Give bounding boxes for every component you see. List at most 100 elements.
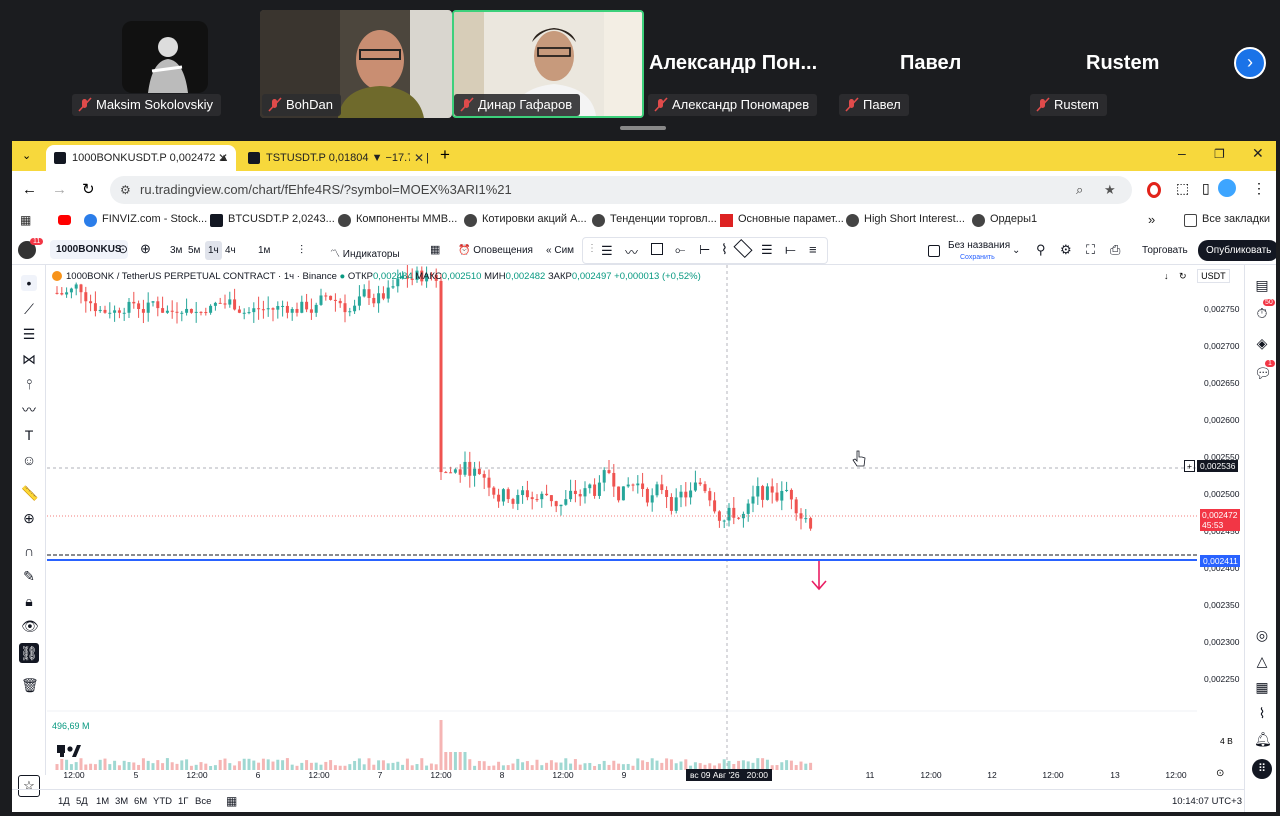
close-tab-icon[interactable]: ✕ [218, 145, 228, 171]
arrow-down-marker[interactable] [811, 561, 827, 591]
fib-icon[interactable]: ☰ [601, 243, 613, 259]
calendar-icon[interactable]: ▦ [1254, 679, 1270, 695]
bookmark-item[interactable]: Ордеры1 [972, 213, 1037, 227]
chat-icon[interactable]: 💬︎ [1254, 365, 1272, 381]
pattern-icon[interactable]: ⋈ [21, 351, 37, 367]
profile-icon[interactable] [1218, 179, 1236, 197]
apps-grid-icon[interactable]: ⠿ [1252, 759, 1272, 779]
time-settings-icon[interactable]: ⊙ [1216, 768, 1224, 779]
new-tab-button[interactable]: + [440, 145, 450, 165]
close-window-button[interactable]: ✕ [1252, 145, 1264, 162]
range-button[interactable]: YTD [153, 796, 172, 807]
settings-lines-icon[interactable]: ≡ [809, 242, 817, 257]
extensions-icon[interactable]: ⬚ [1176, 180, 1189, 197]
symbol-search[interactable]: 1000BONKUS [50, 240, 128, 259]
lock-icon[interactable]: 🔒︎ [21, 593, 37, 609]
tab-list-icon[interactable]: ⌄ [22, 149, 31, 162]
rectangle-icon[interactable] [651, 243, 663, 255]
range-button[interactable]: 1Г [178, 796, 188, 807]
fullscreen-icon[interactable]: ⛶ [1086, 242, 1095, 258]
hline-icon[interactable]: ⟝ [785, 242, 796, 258]
clock[interactable]: 10:14:07 UTC+3 [1172, 796, 1242, 807]
trash-icon[interactable]: 🗑︎ [21, 677, 39, 693]
strip-handle[interactable] [620, 126, 666, 130]
cursor-icon[interactable]: • [21, 275, 37, 291]
calendar-icon[interactable]: ▦ [226, 794, 237, 808]
notifications-icon[interactable]: 🔔︎ [1254, 731, 1272, 747]
tab-1000bonk[interactable]: 1000BONKUSDT.P 0,002472 ▲ ✕ [46, 145, 236, 171]
bookmark-item[interactable]: Котировки акций А... [464, 213, 587, 227]
compare-icon[interactable]: ⊕ [140, 241, 151, 257]
fib-retracement-icon[interactable]: ☰ [21, 326, 37, 342]
bookmark-item[interactable]: Компоненты MMB... [338, 213, 457, 227]
magnet-icon[interactable]: ∩ [21, 543, 37, 559]
bookmark-star-icon[interactable]: ★ [1104, 176, 1116, 204]
interval-button[interactable]: 1ч [205, 241, 222, 260]
maximize-button[interactable]: ❐ [1214, 147, 1225, 161]
zoom-in-icon[interactable]: ⊕ [21, 510, 37, 526]
trade-button[interactable]: Торговать [1142, 245, 1188, 256]
settings-icon[interactable]: ⚙ [1060, 242, 1072, 258]
watch-icon[interactable]: ⊙ [118, 242, 128, 256]
stream-icon[interactable]: ⌇ [1254, 705, 1270, 721]
eye-icon[interactable]: 👁︎ [21, 618, 39, 634]
bookmark-item[interactable]: Основные парамет... [720, 213, 844, 227]
replay-button[interactable]: « Сим [546, 245, 574, 256]
close-tab-icon[interactable]: ✕ [409, 145, 424, 171]
alerts-clock-icon[interactable]: ⏱ [1254, 305, 1270, 321]
pattern-icon[interactable]: 〰 [625, 242, 638, 261]
range-button[interactable]: 1М [96, 796, 109, 807]
bookmark-item[interactable]: FINVIZ.com - Stock... [84, 213, 207, 227]
chart-type-icon[interactable]: ⫶ [300, 243, 303, 258]
indicators-button[interactable]: 〽 Индикаторы [330, 245, 400, 260]
layout-name[interactable]: Без названия Сохранить [948, 240, 1010, 263]
more-bookmarks-icon[interactable]: » [1148, 212, 1155, 227]
interval-button[interactable]: 5м [188, 245, 200, 256]
trendline-icon[interactable]: ⟋ [21, 301, 37, 317]
quick-search-icon[interactable]: ⚲ [1036, 242, 1046, 258]
range-button[interactable]: 1Д [58, 796, 70, 807]
range-button[interactable]: 3М [115, 796, 128, 807]
line-icon[interactable]: ⟜ [675, 242, 685, 258]
back-icon[interactable]: ← [22, 181, 37, 198]
watchlist-icon[interactable]: ▤ [1254, 277, 1270, 293]
currency-select[interactable]: USDT [1197, 269, 1230, 283]
chevron-down-icon[interactable]: ⌄ [1012, 245, 1020, 256]
bookmark-item[interactable]: High Short Interest... [846, 213, 965, 227]
alerts-button[interactable]: ⏰ Оповещения [458, 245, 533, 256]
ruler-icon[interactable]: 📏 [21, 485, 38, 501]
ellipse-icon[interactable] [733, 238, 753, 259]
interval-button[interactable]: 1м [258, 245, 270, 256]
youtube-icon[interactable] [58, 215, 71, 225]
camera-icon[interactable]: ⎙ [1110, 242, 1120, 258]
brush-icon[interactable]: ⌇ [721, 241, 728, 258]
range-button[interactable]: 5Д [76, 796, 88, 807]
text-icon[interactable]: T [21, 427, 37, 443]
sidebar-icon[interactable]: ▯ [1202, 180, 1210, 197]
link-icon[interactable]: ⛓ [19, 643, 39, 663]
tab-tstusdt[interactable]: TSTUSDT.P 0,01804 ▼ −17.7% | ✕ [240, 145, 432, 171]
add-alert-icon[interactable]: + [1184, 460, 1195, 472]
range-button[interactable]: Все [195, 796, 211, 807]
ideas-icon[interactable]: △ [1254, 653, 1270, 669]
templates-icon[interactable]: ▦ [430, 243, 440, 256]
interval-button[interactable]: 3м [170, 245, 182, 256]
prediction-icon[interactable]: ⫯ [21, 376, 37, 392]
apps-icon[interactable]: ▦ [20, 213, 31, 227]
interval-button[interactable]: 4ч [225, 245, 236, 256]
lock-drawing-icon[interactable]: ✎ [21, 568, 37, 584]
site-info-icon[interactable]: ⚙ [120, 176, 131, 204]
layers-icon[interactable]: ◈ [1254, 335, 1270, 351]
opera-icon[interactable] [1147, 182, 1161, 198]
target-icon[interactable]: ◎ [1254, 627, 1270, 643]
reload-icon[interactable]: ↻ [82, 180, 95, 198]
publish-button[interactable]: Опубликовать [1198, 240, 1276, 261]
bookmark-item[interactable]: BTCUSDT.P 2,0243... [210, 213, 335, 227]
arrow-down-icon[interactable]: ↓ [1164, 271, 1169, 281]
brush-icon[interactable]: 〰 [21, 402, 37, 418]
bookmark-item[interactable]: Тенденции торговл... [592, 213, 717, 227]
fibfan-icon[interactable]: ☰ [761, 242, 773, 258]
next-participants-button[interactable]: › [1234, 47, 1266, 79]
refresh-icon[interactable]: ↻ [1179, 271, 1187, 281]
emoji-icon[interactable]: ☺ [21, 452, 37, 468]
